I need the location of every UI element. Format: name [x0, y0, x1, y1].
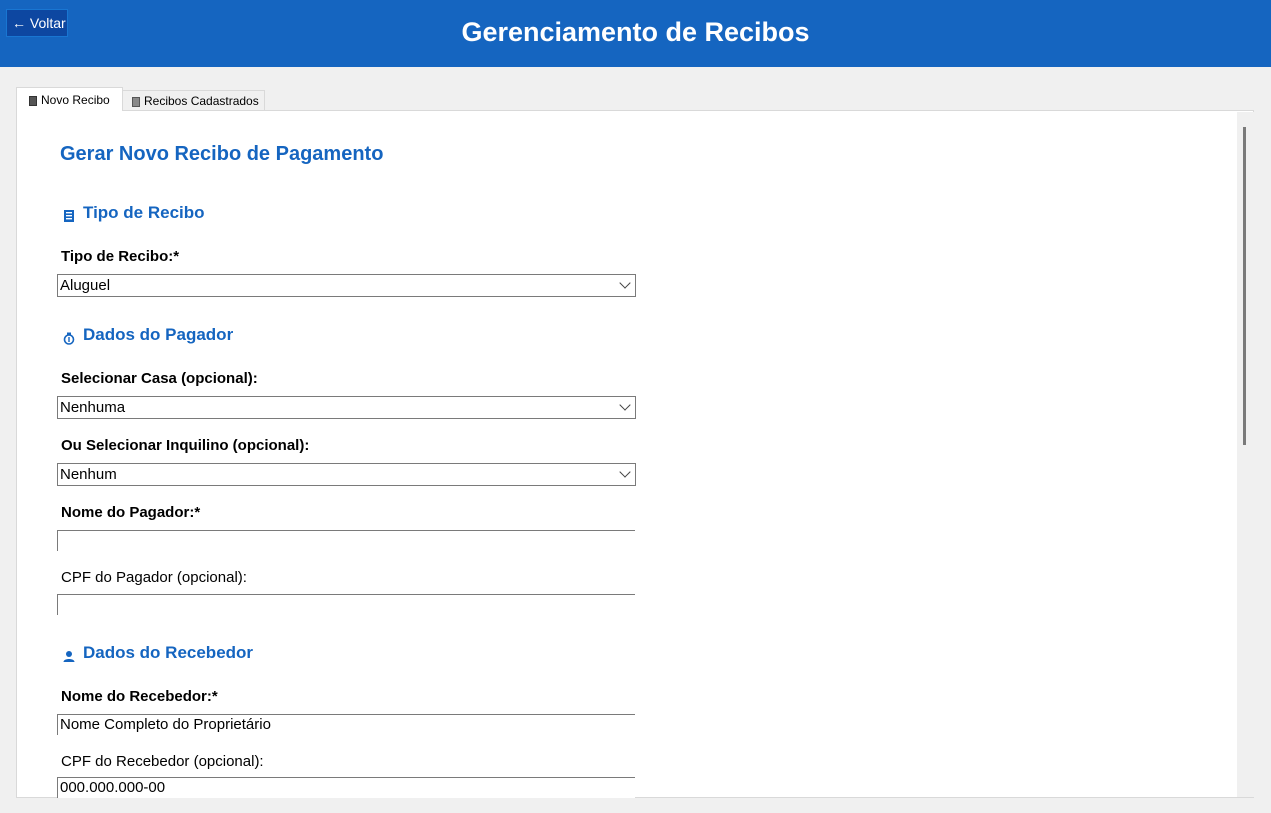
- selecionar-inquilino-value: Nenhum: [60, 466, 117, 483]
- nome-recebedor-label: Nome do Recebedor:*: [61, 688, 218, 705]
- scrollbar-thumb[interactable]: [1243, 127, 1246, 445]
- person-icon: [62, 648, 76, 662]
- nome-recebedor-input[interactable]: Nome Completo do Proprietário: [57, 714, 635, 735]
- tab-novo-recibo[interactable]: Novo Recibo: [16, 87, 123, 111]
- selecionar-casa-value: Nenhuma: [60, 399, 126, 416]
- chevron-down-icon: [619, 466, 631, 478]
- section-dados-recebedor: Dados do Recebedor: [62, 643, 253, 663]
- selecionar-casa-label: Selecionar Casa (opcional):: [61, 370, 258, 387]
- section-title-label: Dados do Recebedor: [83, 643, 254, 662]
- clipboard-icon: [132, 97, 140, 107]
- tipo-recibo-value: Aluguel: [60, 277, 111, 294]
- cpf-pagador-label: CPF do Pagador (opcional):: [61, 569, 247, 586]
- page-header-title: Gerenciamento de Recibos: [461, 17, 810, 47]
- selecionar-inquilino-select[interactable]: Nenhum: [57, 463, 636, 486]
- money-bag-icon: [62, 330, 76, 345]
- chevron-down-icon: [619, 399, 631, 411]
- tab-recibos-cadastrados[interactable]: Recibos Cadastrados: [122, 90, 265, 110]
- chevron-down-icon: [619, 277, 631, 289]
- receipt-icon: [29, 96, 37, 106]
- section-title-label: Dados do Pagador: [83, 325, 234, 344]
- tipo-recibo-label: Tipo de Recibo:*: [61, 248, 180, 265]
- cpf-recebedor-label: CPF do Recebedor (opcional):: [61, 753, 264, 770]
- app-header: ← Voltar Gerenciamento de Recibos: [0, 0, 1271, 67]
- tipo-recibo-select[interactable]: Aluguel: [57, 274, 636, 297]
- tab-label: Novo Recibo: [41, 92, 110, 107]
- nome-pagador-label: Nome do Pagador:*: [61, 504, 201, 521]
- section-tipo-recibo: Tipo de Recibo: [62, 203, 205, 223]
- selecionar-inquilino-label: Ou Selecionar Inquilino (opcional):: [61, 437, 310, 454]
- section-title-label: Tipo de Recibo: [83, 203, 205, 222]
- cpf-recebedor-input[interactable]: 000.000.000-00: [57, 777, 635, 798]
- form-title: Gerar Novo Recibo de Pagamento: [60, 143, 384, 165]
- tab-label: Recibos Cadastrados: [144, 93, 259, 108]
- cpf-pagador-input[interactable]: [57, 594, 635, 615]
- nome-pagador-input[interactable]: [57, 530, 635, 551]
- selecionar-casa-select[interactable]: Nenhuma: [57, 396, 636, 419]
- receipt-icon: [62, 208, 76, 222]
- section-dados-pagador: Dados do Pagador: [62, 325, 233, 345]
